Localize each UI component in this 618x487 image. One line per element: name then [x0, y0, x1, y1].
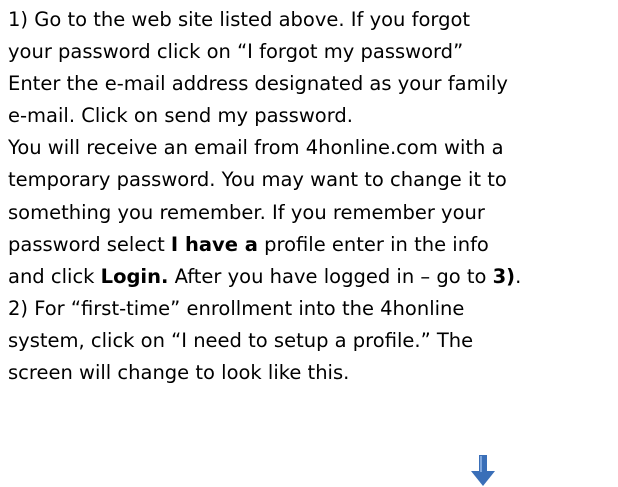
text-line: password select I have a profile enter i… — [8, 229, 614, 261]
text-run: After you have logged in – go to — [168, 264, 493, 288]
down-arrow-icon — [471, 455, 495, 486]
step-3-bold: 3) — [492, 264, 516, 288]
login-bold: Login. — [100, 264, 169, 288]
text-run: profile enter in the info — [257, 232, 489, 256]
text-line: something you remember. If you remember … — [8, 200, 485, 224]
text-line: 2) For “first-time” enrollment into the … — [8, 296, 465, 320]
text-line: 1) Go to the web site listed above. If y… — [8, 8, 471, 31]
instructions-text: 1) Go to the web site listed above. If y… — [8, 4, 614, 389]
text-line: temporary password. You may want to chan… — [8, 168, 507, 192]
i-have-a-bold: I have a — [170, 232, 258, 256]
text-line: Enter the e-mail address designated as y… — [8, 72, 508, 96]
text-line: You will receive an email from 4honline.… — [8, 136, 504, 160]
text-line: screen will change to look like this. — [8, 361, 350, 385]
text-run: . — [515, 264, 522, 288]
text-line: and click Login. After you have logged i… — [8, 261, 614, 293]
text-run: password select — [8, 232, 171, 256]
text-line: your password click on “I forgot my pass… — [8, 40, 464, 64]
text-run: and click — [8, 264, 101, 288]
text-line: system, click on “I need to setup a prof… — [8, 328, 474, 352]
text-line: e-mail. Click on send my password. — [8, 104, 353, 128]
